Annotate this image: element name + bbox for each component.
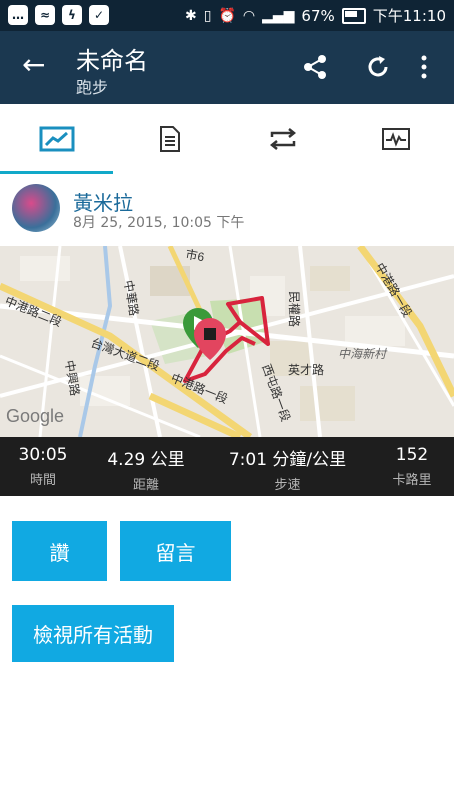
alarm-icon: ⏰	[218, 7, 236, 24]
wifi-icon: ◠	[242, 7, 256, 24]
comment-button[interactable]: 留言	[120, 521, 231, 581]
activity-title: 未命名	[76, 47, 148, 75]
spotify-icon: ≈	[35, 5, 55, 25]
overview-chart-icon	[39, 126, 74, 152]
back-arrow-icon[interactable]: ←	[22, 51, 45, 79]
tab-laps[interactable]	[226, 104, 339, 174]
stat-label: 時間	[29, 473, 56, 488]
stat-label: 卡路里	[392, 473, 432, 488]
google-logo: Google	[6, 406, 64, 426]
chat-icon: …	[8, 5, 28, 25]
document-icon	[159, 126, 180, 152]
tab-charts[interactable]	[339, 104, 452, 174]
activity-type: 跑步	[76, 78, 109, 97]
bluetooth-icon: ✱	[185, 7, 197, 24]
avatar[interactable]	[12, 184, 60, 232]
tab-bar	[0, 104, 454, 175]
activity-datetime: 8月 25, 2015, 10:05 下午	[73, 215, 245, 231]
battery-percent: 67%	[301, 6, 335, 25]
route-map[interactable]: 中港路二段 台灣大道二段 中港路一段 中港路一段 市6 民權路 中海新村 英才路…	[0, 246, 454, 437]
like-button[interactable]: 讚	[12, 521, 107, 581]
tab-details[interactable]	[113, 104, 226, 174]
battery-icon	[341, 7, 366, 24]
stat-value: 152	[395, 445, 429, 465]
map-label: 民權路	[287, 291, 302, 327]
stat-label: 距離	[132, 478, 159, 493]
stat-time: 30:05 時間	[12, 445, 74, 488]
status-bar: … ≈ ϟ ✓ ✱ ▯ ⏰ ◠ ▂▄▆ 67% 下午11:10	[0, 0, 454, 31]
app-bar: ← 未命名 跑步	[0, 31, 454, 104]
repeat-icon	[269, 128, 296, 150]
overflow-menu-icon[interactable]	[409, 52, 439, 82]
stat-value: 30:05	[18, 445, 68, 465]
stat-value: 4.29 公里	[107, 450, 185, 470]
stat-pace: 7:01 分鐘/公里 步速	[220, 445, 355, 493]
vibrate-icon: ▯	[203, 7, 212, 24]
map-label: 英才路	[288, 362, 324, 377]
stat-value: 7:01 分鐘/公里	[228, 450, 347, 470]
share-icon[interactable]	[300, 52, 330, 82]
signal-icon: ▂▄▆	[262, 7, 295, 24]
sync-icon[interactable]	[363, 52, 393, 82]
clock: 下午11:10	[372, 7, 446, 25]
activity-owner-row	[0, 174, 454, 246]
stats-bar: 30:05 時間 4.29 公里 距離 7:01 分鐘/公里 步速 152 卡路…	[0, 437, 454, 496]
stat-calories: 152 卡路里	[382, 445, 442, 488]
stat-distance: 4.29 公里 距離	[96, 445, 196, 493]
heart-rate-chart-icon	[381, 128, 410, 150]
messenger-icon: ϟ	[62, 5, 82, 25]
view-all-activities-button[interactable]: 檢視所有活動	[12, 605, 174, 662]
stat-label: 步速	[274, 478, 301, 493]
tab-overview[interactable]	[0, 104, 113, 174]
check-icon: ✓	[89, 5, 109, 25]
map-label: 中海新村	[338, 347, 388, 361]
